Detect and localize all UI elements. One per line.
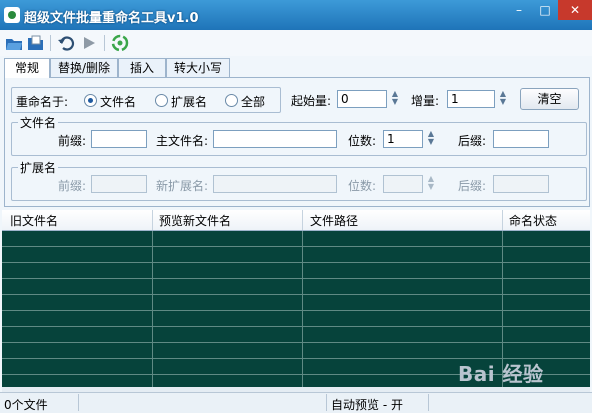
rename-scope-group: 重命名于: 文件名 扩展名 全部: [11, 87, 281, 113]
filename-digits-label: 位数:: [348, 134, 377, 148]
step-value-label: 增量:: [411, 94, 440, 108]
column-separator[interactable]: [302, 210, 303, 230]
open-file-icon[interactable]: [26, 34, 44, 52]
window-title: 超级文件批量重命名工具v1.0: [24, 11, 199, 26]
run-icon[interactable]: [80, 34, 98, 52]
step-value-input[interactable]: 1: [447, 90, 495, 108]
column-file-path[interactable]: 文件路径: [310, 212, 358, 229]
status-separator: [428, 394, 429, 411]
step-value-spinner[interactable]: ▲ ▼: [497, 90, 509, 108]
undo-icon[interactable]: [57, 34, 75, 52]
start-value-input[interactable]: 0: [337, 90, 387, 108]
tab-general[interactable]: 常规: [4, 58, 50, 78]
extension-prefix-input: [91, 175, 147, 193]
start-value-spinner[interactable]: ▲ ▼: [389, 90, 401, 108]
radio-filename[interactable]: [84, 94, 97, 107]
main-filename-input[interactable]: [213, 130, 337, 148]
radio-all-label[interactable]: 全部: [241, 93, 265, 110]
watermark-logo: Bai 经验: [458, 362, 544, 386]
file-count-status: 0个文件: [4, 398, 48, 412]
rename-scope-label: 重命名于:: [16, 95, 69, 109]
status-separator: [326, 394, 327, 411]
toolbar: [0, 30, 592, 56]
main-filename-label: 主文件名:: [156, 134, 209, 148]
column-rename-status[interactable]: 命名状态: [509, 212, 557, 229]
auto-preview-status: 自动预览 - 开: [331, 398, 403, 412]
grid-line: [152, 231, 153, 387]
extension-group-title: 扩展名: [18, 159, 59, 176]
tab-replace-delete[interactable]: 替换/删除: [50, 58, 118, 77]
status-separator: [78, 394, 79, 411]
clear-button[interactable]: 清空: [520, 88, 579, 110]
extension-digits-spinner: ▲ ▼: [427, 174, 435, 191]
filename-group-title: 文件名: [18, 114, 59, 131]
extension-suffix-input: [493, 175, 549, 193]
toolbar-separator: [50, 35, 51, 51]
filename-prefix-label: 前缀:: [58, 134, 87, 148]
app-icon: [4, 7, 20, 23]
filename-suffix-input[interactable]: [493, 130, 549, 148]
new-extension-label: 新扩展名:: [156, 179, 209, 193]
tab-insert[interactable]: 插入: [118, 58, 166, 77]
filename-suffix-label: 后缀:: [458, 134, 487, 148]
extension-digits-label: 位数:: [348, 179, 377, 193]
column-old-name[interactable]: 旧文件名: [10, 212, 58, 229]
recycle-icon[interactable]: [111, 34, 129, 52]
new-extension-input: [213, 175, 337, 193]
start-value-label: 起始量:: [291, 94, 332, 108]
tab-case-convert[interactable]: 转大小写: [166, 58, 230, 77]
toolbar-separator: [104, 35, 105, 51]
extension-digits-input: [383, 175, 423, 193]
status-bar: 0个文件 自动预览 - 开: [0, 392, 592, 413]
open-folder-icon[interactable]: [5, 34, 23, 52]
filename-digits-input[interactable]: 1: [383, 130, 423, 148]
table-header: 旧文件名 预览新文件名 文件路径 命名状态: [2, 210, 590, 231]
grid-line: [302, 231, 303, 387]
title-bar: 超级文件批量重命名工具v1.0 – □ ✕: [0, 0, 592, 30]
column-separator[interactable]: [152, 210, 153, 230]
column-separator[interactable]: [502, 210, 503, 230]
column-preview-name[interactable]: 预览新文件名: [159, 212, 231, 229]
filename-prefix-input[interactable]: [91, 130, 147, 148]
radio-extension[interactable]: [155, 94, 168, 107]
close-button[interactable]: ✕: [558, 0, 592, 20]
filename-digits-spinner[interactable]: ▲ ▼: [425, 130, 437, 148]
radio-filename-label[interactable]: 文件名: [100, 93, 136, 110]
tab-panel-general: 重命名于: 文件名 扩展名 全部 起始量: 0 ▲ ▼ 增量: 1 ▲ ▼ 清空 文…: [4, 77, 590, 207]
radio-extension-label[interactable]: 扩展名: [171, 93, 207, 110]
maximize-button[interactable]: □: [532, 0, 558, 20]
filename-group: 文件名 前缀: 主文件名: 位数: 1 ▲ ▼ 后缀:: [11, 114, 587, 156]
extension-prefix-label: 前缀:: [58, 179, 87, 193]
radio-all[interactable]: [225, 94, 238, 107]
minimize-button[interactable]: –: [506, 0, 532, 20]
extension-group: 扩展名 前缀: 新扩展名: 位数: ▲ ▼ 后缀:: [11, 159, 587, 201]
extension-suffix-label: 后缀:: [458, 179, 487, 193]
